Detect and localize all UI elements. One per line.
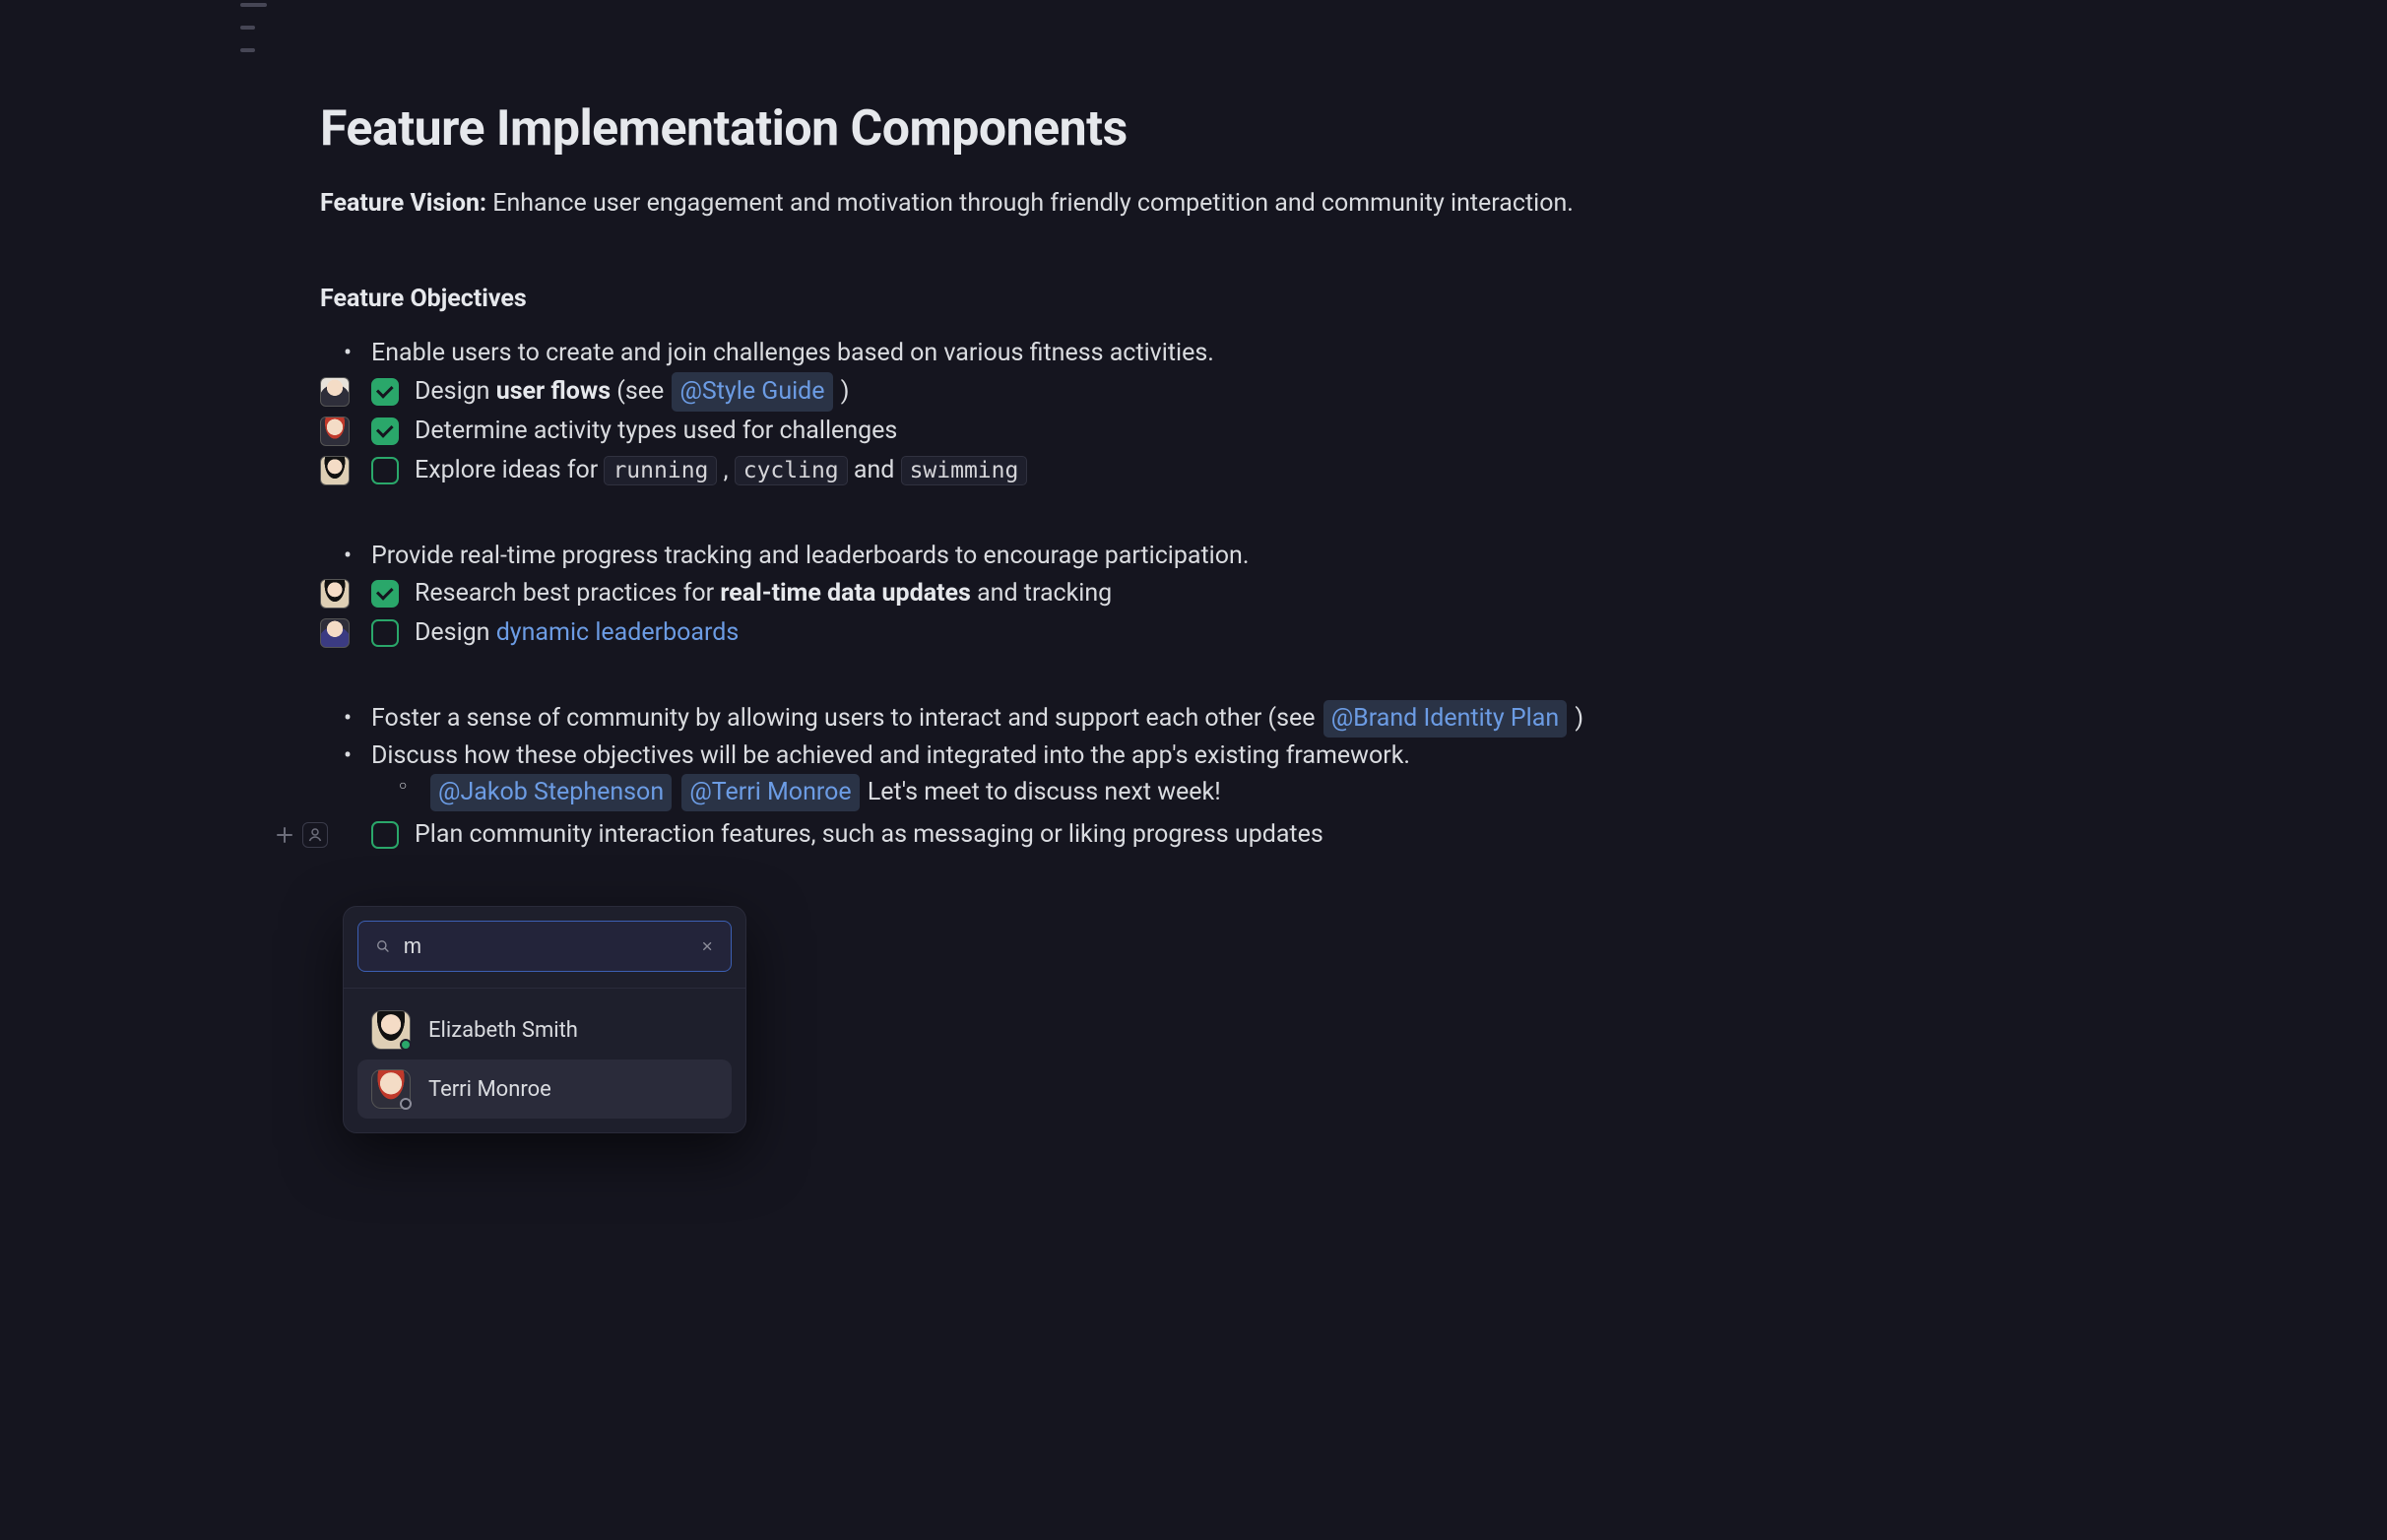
task-checkbox[interactable]	[371, 457, 399, 484]
divider	[344, 988, 745, 989]
status-online-icon	[400, 1039, 412, 1051]
assignee-option-elizabeth-smith[interactable]: Elizabeth Smith	[357, 1000, 732, 1059]
assignee-option-terri-monroe[interactable]: Terri Monroe	[357, 1059, 732, 1119]
assignee-avatar[interactable]	[320, 579, 350, 609]
assignee-avatar[interactable]	[320, 618, 350, 648]
task-text: Explore ideas for running , cycling and …	[415, 451, 1027, 490]
assignee-avatar[interactable]	[320, 377, 350, 407]
feature-vision-line: Feature Vision: Enhance user engagement …	[320, 189, 2387, 218]
objective-bullet: Foster a sense of community by allowing …	[371, 700, 2387, 738]
code-chip: running	[604, 456, 717, 485]
mention-terri-monroe[interactable]: @Terri Monroe	[681, 774, 859, 811]
mention-style-guide[interactable]: @Style Guide	[672, 372, 832, 412]
link-dynamic-leaderboards[interactable]: dynamic leaderboards	[496, 618, 740, 647]
vision-label: Feature Vision:	[320, 189, 486, 218]
assignee-search-field[interactable]	[357, 921, 732, 972]
clear-icon[interactable]	[701, 937, 713, 955]
sub-bullet: @Jakob Stephenson @Terri Monroe Let's me…	[428, 774, 2387, 811]
task-row[interactable]: Plan community interaction features, suc…	[320, 815, 2387, 855]
add-block-button[interactable]	[275, 825, 294, 845]
objective-bullet: Enable users to create and join challeng…	[371, 335, 2387, 372]
assignee-popover: Elizabeth Smith Terri Monroe	[343, 906, 746, 1133]
mention-jakob-stephenson[interactable]: @Jakob Stephenson	[430, 774, 672, 811]
task-row[interactable]: Design dynamic leaderboards	[320, 613, 2387, 653]
avatar	[371, 1010, 411, 1050]
objective-bullet: Discuss how these objectives will be ach…	[371, 738, 2387, 811]
person-name: Terri Monroe	[428, 1077, 551, 1102]
avatar	[371, 1069, 411, 1109]
vision-text: Enhance user engagement and motivation t…	[486, 189, 1574, 218]
task-row[interactable]: Research best practices for real-time da…	[320, 574, 2387, 613]
task-row[interactable]: Determine activity types used for challe…	[320, 412, 2387, 451]
task-checkbox[interactable]	[371, 378, 399, 406]
task-text: Research best practices for real-time da…	[415, 574, 1112, 613]
task-checkbox[interactable]	[371, 619, 399, 647]
status-offline-icon	[400, 1098, 412, 1110]
task-text: Design user flows (see @Style Guide )	[415, 372, 849, 412]
code-chip: swimming	[901, 456, 1028, 485]
task-text: Design dynamic leaderboards	[415, 613, 739, 653]
code-chip: cycling	[735, 456, 848, 485]
assign-person-button[interactable]	[302, 822, 328, 848]
search-icon	[376, 936, 390, 956]
task-row[interactable]: Design user flows (see @Style Guide )	[320, 372, 2387, 412]
document-outline-indicator	[240, 3, 267, 52]
feature-objectives-heading: Feature Objectives	[320, 285, 2387, 313]
person-icon	[307, 827, 323, 843]
task-row[interactable]: Explore ideas for running , cycling and …	[320, 451, 2387, 490]
task-checkbox[interactable]	[371, 580, 399, 608]
assignee-avatar[interactable]	[320, 417, 350, 446]
objective-bullet: Provide real-time progress tracking and …	[371, 538, 2387, 575]
task-checkbox[interactable]	[371, 417, 399, 445]
mention-brand-identity-plan[interactable]: @Brand Identity Plan	[1323, 700, 1567, 738]
task-checkbox[interactable]	[371, 821, 399, 849]
assignee-avatar[interactable]	[320, 456, 350, 485]
page-title: Feature Implementation Components	[320, 100, 2387, 158]
plus-icon	[276, 826, 293, 844]
task-text: Plan community interaction features, suc…	[415, 815, 1323, 855]
task-text: Determine activity types used for challe…	[415, 412, 897, 451]
assignee-search-input[interactable]	[404, 933, 687, 959]
person-name: Elizabeth Smith	[428, 1018, 578, 1043]
